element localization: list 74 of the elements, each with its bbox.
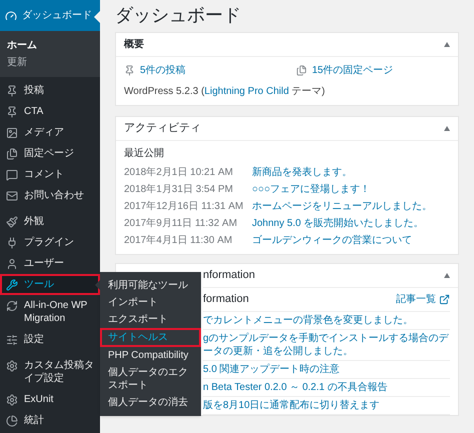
sidebar-item[interactable]: ツール [0, 274, 100, 295]
sidebar-item[interactable]: メディア [0, 122, 100, 143]
sidebar-item[interactable]: 外観 [0, 211, 100, 232]
pointer-icon [94, 11, 100, 23]
news-link[interactable]: n Beta Tester 0.2.0 ～ 0.2.1 の不具合報告 [203, 379, 450, 397]
pages-icon [6, 148, 18, 160]
user-icon [6, 258, 18, 270]
pin-icon [124, 65, 135, 76]
post-date: 2017年4月1日 11:30 AM [124, 234, 234, 248]
flyout-item[interactable]: エクスポート [100, 311, 201, 328]
post-date: 2018年2月1日 10:21 AM [124, 166, 234, 180]
submenu-item[interactable]: 更新 [0, 54, 100, 71]
brush-icon [6, 216, 18, 228]
post-link[interactable]: ホームページをリニューアルしました。 [252, 199, 432, 214]
theme-link[interactable]: Lightning Pro Child [204, 86, 289, 97]
sliders-icon [6, 334, 18, 346]
sidebar-item[interactable]: All-in-One WP Migration [0, 295, 100, 329]
pages-icon [296, 65, 307, 76]
sidebar-item[interactable]: コメント [0, 164, 100, 185]
gear-icon [6, 394, 18, 406]
page-title: ダッシュボード [115, 4, 242, 26]
collapse-icon[interactable] [444, 273, 450, 278]
panel-title: アクティビティ [124, 121, 201, 136]
flyout-item[interactable]: インポート [100, 294, 201, 311]
sidebar-item[interactable]: ユーザー [0, 253, 100, 274]
section-heading: formation [203, 292, 249, 308]
article-list-link[interactable]: 記事一覧 [396, 292, 450, 307]
pie-chart-icon [6, 415, 18, 427]
gear-icon [6, 360, 18, 372]
flyout-item[interactable]: サイトヘルス [100, 328, 201, 347]
news-link[interactable]: 版を8月10日に通常配布に切り替えます [203, 397, 450, 415]
flyout-item[interactable]: 利用可能なツール [100, 277, 201, 294]
submenu-item[interactable]: ホーム [0, 37, 100, 54]
external-link-icon [439, 294, 450, 305]
post-link[interactable]: ○○○フェアに登場します！ [252, 182, 370, 197]
flyout-item[interactable]: 個人データのエクスポート [100, 364, 201, 394]
panel-title: 概要 [124, 38, 144, 52]
sidebar-item[interactable]: ダッシュボード [0, 0, 100, 31]
post-link[interactable]: ゴールデンウィークの営業について [252, 233, 412, 248]
sidebar-item[interactable]: カスタム投稿タイプ設定 [0, 355, 100, 389]
circle-arrow-icon [6, 300, 18, 312]
post-date: 2017年9月11日 11:32 AM [124, 217, 238, 231]
post-date: 2018年1月31日 3:54 PM [124, 183, 234, 197]
media-icon [6, 127, 18, 139]
sidebar-item[interactable]: 統計 [0, 410, 100, 431]
sidebar-item[interactable]: 設定 [0, 329, 100, 350]
version-text: WordPress 5.2.3 (Lightning Pro Child テーマ) [124, 85, 326, 99]
pin-icon [6, 85, 18, 97]
mail-icon [6, 190, 18, 202]
sidebar-item[interactable]: 固定ページ [0, 143, 100, 164]
posts-link[interactable]: 5件の投稿 [124, 63, 296, 78]
sidebar-item[interactable]: CTA [0, 101, 100, 122]
pages-link[interactable]: 15件の固定ページ [296, 63, 394, 78]
news-link[interactable]: でカレントメニューの背景色を変更しました。 [203, 312, 450, 330]
sidebar-item[interactable]: プラグイン [0, 232, 100, 253]
post-link[interactable]: Johnny 5.0 を販売開始いたしました。 [252, 216, 424, 231]
sidebar-item[interactable]: 投稿 [0, 80, 100, 101]
sidebar-item[interactable]: ExUnit [0, 389, 100, 410]
dashboard-icon [5, 10, 17, 22]
panel-title: nformation [203, 268, 255, 284]
wrench-icon [6, 279, 18, 291]
comment-icon [6, 169, 18, 181]
news-link[interactable]: gのサンプルデータを手動でインストールする場合のデータの更新・追を公開しました。 [203, 330, 450, 361]
post-date: 2017年12月16日 11:31 AM [124, 200, 244, 214]
news-link[interactable]: 5.0 関連アップデート時の注意 [203, 361, 450, 379]
pin-icon [6, 106, 18, 118]
sidebar-item[interactable]: お問い合わせ [0, 185, 100, 206]
section-heading: 最近公開 [124, 146, 165, 161]
flyout-item[interactable]: 個人データの消去 [100, 394, 201, 411]
collapse-icon[interactable] [444, 42, 450, 47]
collapse-icon[interactable] [444, 126, 450, 131]
plug-icon [6, 237, 18, 249]
flyout-item[interactable]: PHP Compatibility [100, 347, 201, 364]
post-link[interactable]: 新商品を発表します。 [252, 165, 352, 180]
